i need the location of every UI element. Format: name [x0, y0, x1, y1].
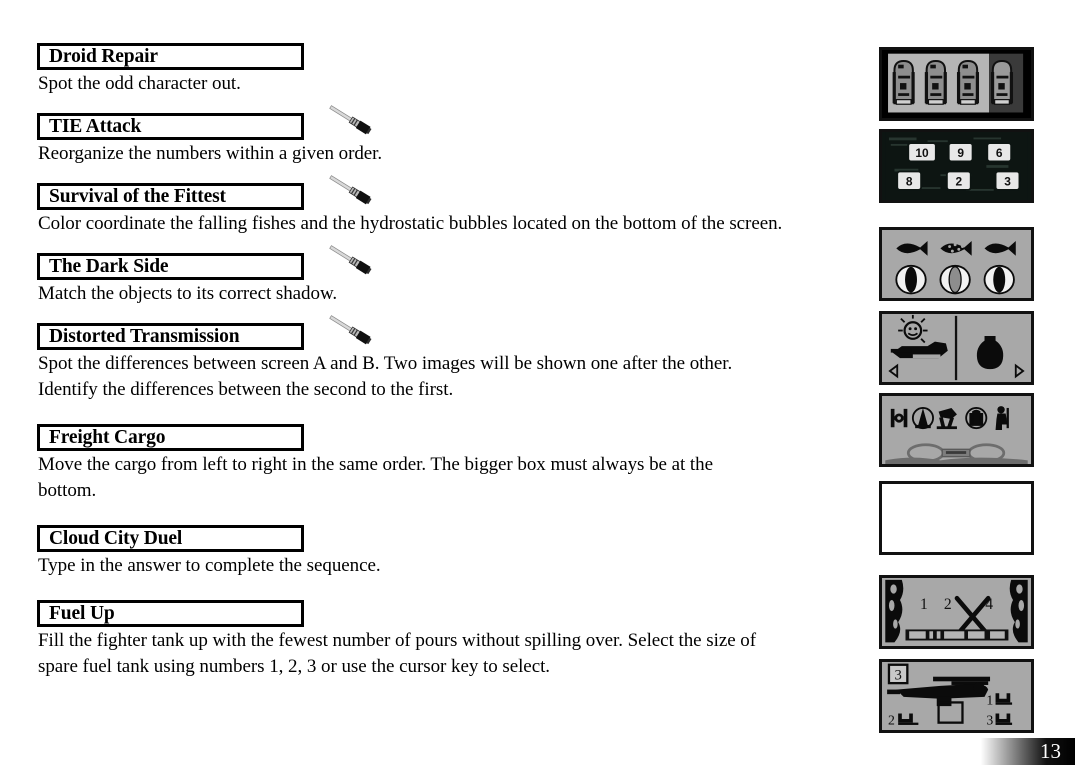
lightsaber-icon: [329, 105, 372, 135]
fuel-option-number: 1: [986, 692, 993, 707]
lightsaber-icon: [329, 315, 372, 345]
game-description: Spot the differences between screen A an…: [38, 353, 733, 400]
game-title: Fuel Up: [49, 602, 115, 624]
game-entry-distorted-transmission: Distorted Transmission Spot the differen…: [37, 315, 858, 403]
game-list: Droid Repair Spot the odd character out.…: [37, 43, 858, 680]
game-description: Spot the odd character out.: [38, 73, 241, 94]
fuel-option-number: 2: [888, 712, 895, 727]
title-row: Droid Repair: [37, 43, 858, 70]
game-title-box: Survival of the Fittest: [37, 183, 304, 210]
title-row: Cloud City Duel: [37, 525, 858, 552]
cloud-city-duel-thumbnail: 1 2 4: [879, 575, 1034, 649]
game-description: Fill the fighter tank up with the fewest…: [38, 630, 757, 677]
manual-page: Droid Repair Spot the odd character out.…: [0, 0, 1080, 779]
game-title-box: Cloud City Duel: [37, 525, 304, 552]
freight-cargo-thumbnail: [879, 481, 1034, 555]
tie-attack-screen-art: 10 9 6 8 2 3: [885, 132, 1028, 200]
game-title: Distorted Transmission: [49, 325, 240, 347]
game-title: Survival of the Fittest: [49, 185, 226, 207]
game-title-box: TIE Attack: [37, 113, 304, 140]
tie-number: 3: [1004, 174, 1011, 188]
game-entry-fuel-up: Fuel Up Fill the fighter tank up with th…: [37, 600, 858, 680]
survival-of-the-fittest-thumbnail: [879, 227, 1034, 301]
tie-number: 10: [915, 146, 929, 160]
cloud-city-duel-screen-art: 1 2 4: [885, 578, 1028, 646]
tie-number: 9: [957, 146, 964, 160]
fuel-up-screen-art: 3 1 3 2: [885, 662, 1028, 730]
game-entry-the-dark-side: The Dark Side Match the objects to its c…: [37, 245, 858, 307]
game-title: TIE Attack: [49, 115, 142, 137]
duel-number: 2: [944, 596, 952, 613]
the-dark-side-thumbnail: [879, 311, 1034, 385]
game-description: Reorganize the numbers within a given or…: [38, 143, 383, 164]
title-row: Fuel Up: [37, 600, 858, 627]
game-entry-droid-repair: Droid Repair Spot the odd character out.: [37, 43, 858, 97]
game-entry-freight-cargo: Freight Cargo Move the cargo from left t…: [37, 424, 858, 504]
thumbnail-column: 10 9 6 8 2 3 1 2 4 3 1 3 2: [879, 47, 1034, 733]
game-title-box: The Dark Side: [37, 253, 304, 280]
game-title: Freight Cargo: [49, 426, 166, 448]
game-title-box: Droid Repair: [37, 43, 304, 70]
tie-number: 2: [955, 174, 962, 188]
game-entry-tie-attack: TIE Attack Reorganize the numbers within…: [37, 105, 858, 167]
game-title: Cloud City Duel: [49, 527, 183, 549]
title-row: Freight Cargo: [37, 424, 858, 451]
game-description: Match the objects to its correct shadow.: [38, 283, 338, 304]
fuel-up-thumbnail: 3 1 3 2: [879, 659, 1034, 733]
dark-side-screen-art: [885, 314, 1028, 382]
distorted-transmission-screen-art: [885, 396, 1028, 464]
title-row: The Dark Side: [37, 245, 858, 280]
game-title-box: Distorted Transmission: [37, 323, 304, 350]
tie-number: 6: [996, 146, 1003, 160]
game-title-box: Freight Cargo: [37, 424, 304, 451]
fuel-level-number: 3: [894, 667, 901, 683]
game-title: The Dark Side: [49, 255, 169, 277]
droid-repair-screen-art: [888, 53, 1024, 113]
game-entry-cloud-city-duel: Cloud City Duel Type in the answer to co…: [37, 525, 858, 579]
survival-screen-art: [885, 230, 1028, 298]
droid-repair-thumbnail: [879, 47, 1034, 121]
fuel-option-number: 3: [986, 712, 993, 727]
game-description: Color coordinate the falling fishes and …: [38, 213, 783, 234]
duel-number: 1: [920, 596, 928, 613]
title-row: Distorted Transmission: [37, 315, 858, 350]
game-title-box: Fuel Up: [37, 600, 304, 627]
game-description: Type in the answer to complete the seque…: [38, 555, 381, 576]
lightsaber-icon: [329, 245, 372, 275]
title-row: TIE Attack: [37, 105, 858, 140]
game-entry-survival-of-the-fittest: Survival of the Fittest Color coordinate…: [37, 175, 858, 237]
page-number-footer: 13: [960, 738, 1075, 765]
tie-number: 8: [906, 174, 913, 188]
game-description: Move the cargo from left to right in the…: [38, 454, 713, 501]
game-title: Droid Repair: [49, 45, 158, 67]
title-row: Survival of the Fittest: [37, 175, 858, 210]
page-number: 13: [1040, 739, 1061, 763]
lightsaber-icon: [329, 175, 372, 205]
distorted-transmission-thumbnail: [879, 393, 1034, 467]
tie-attack-thumbnail: 10 9 6 8 2 3: [879, 129, 1034, 203]
